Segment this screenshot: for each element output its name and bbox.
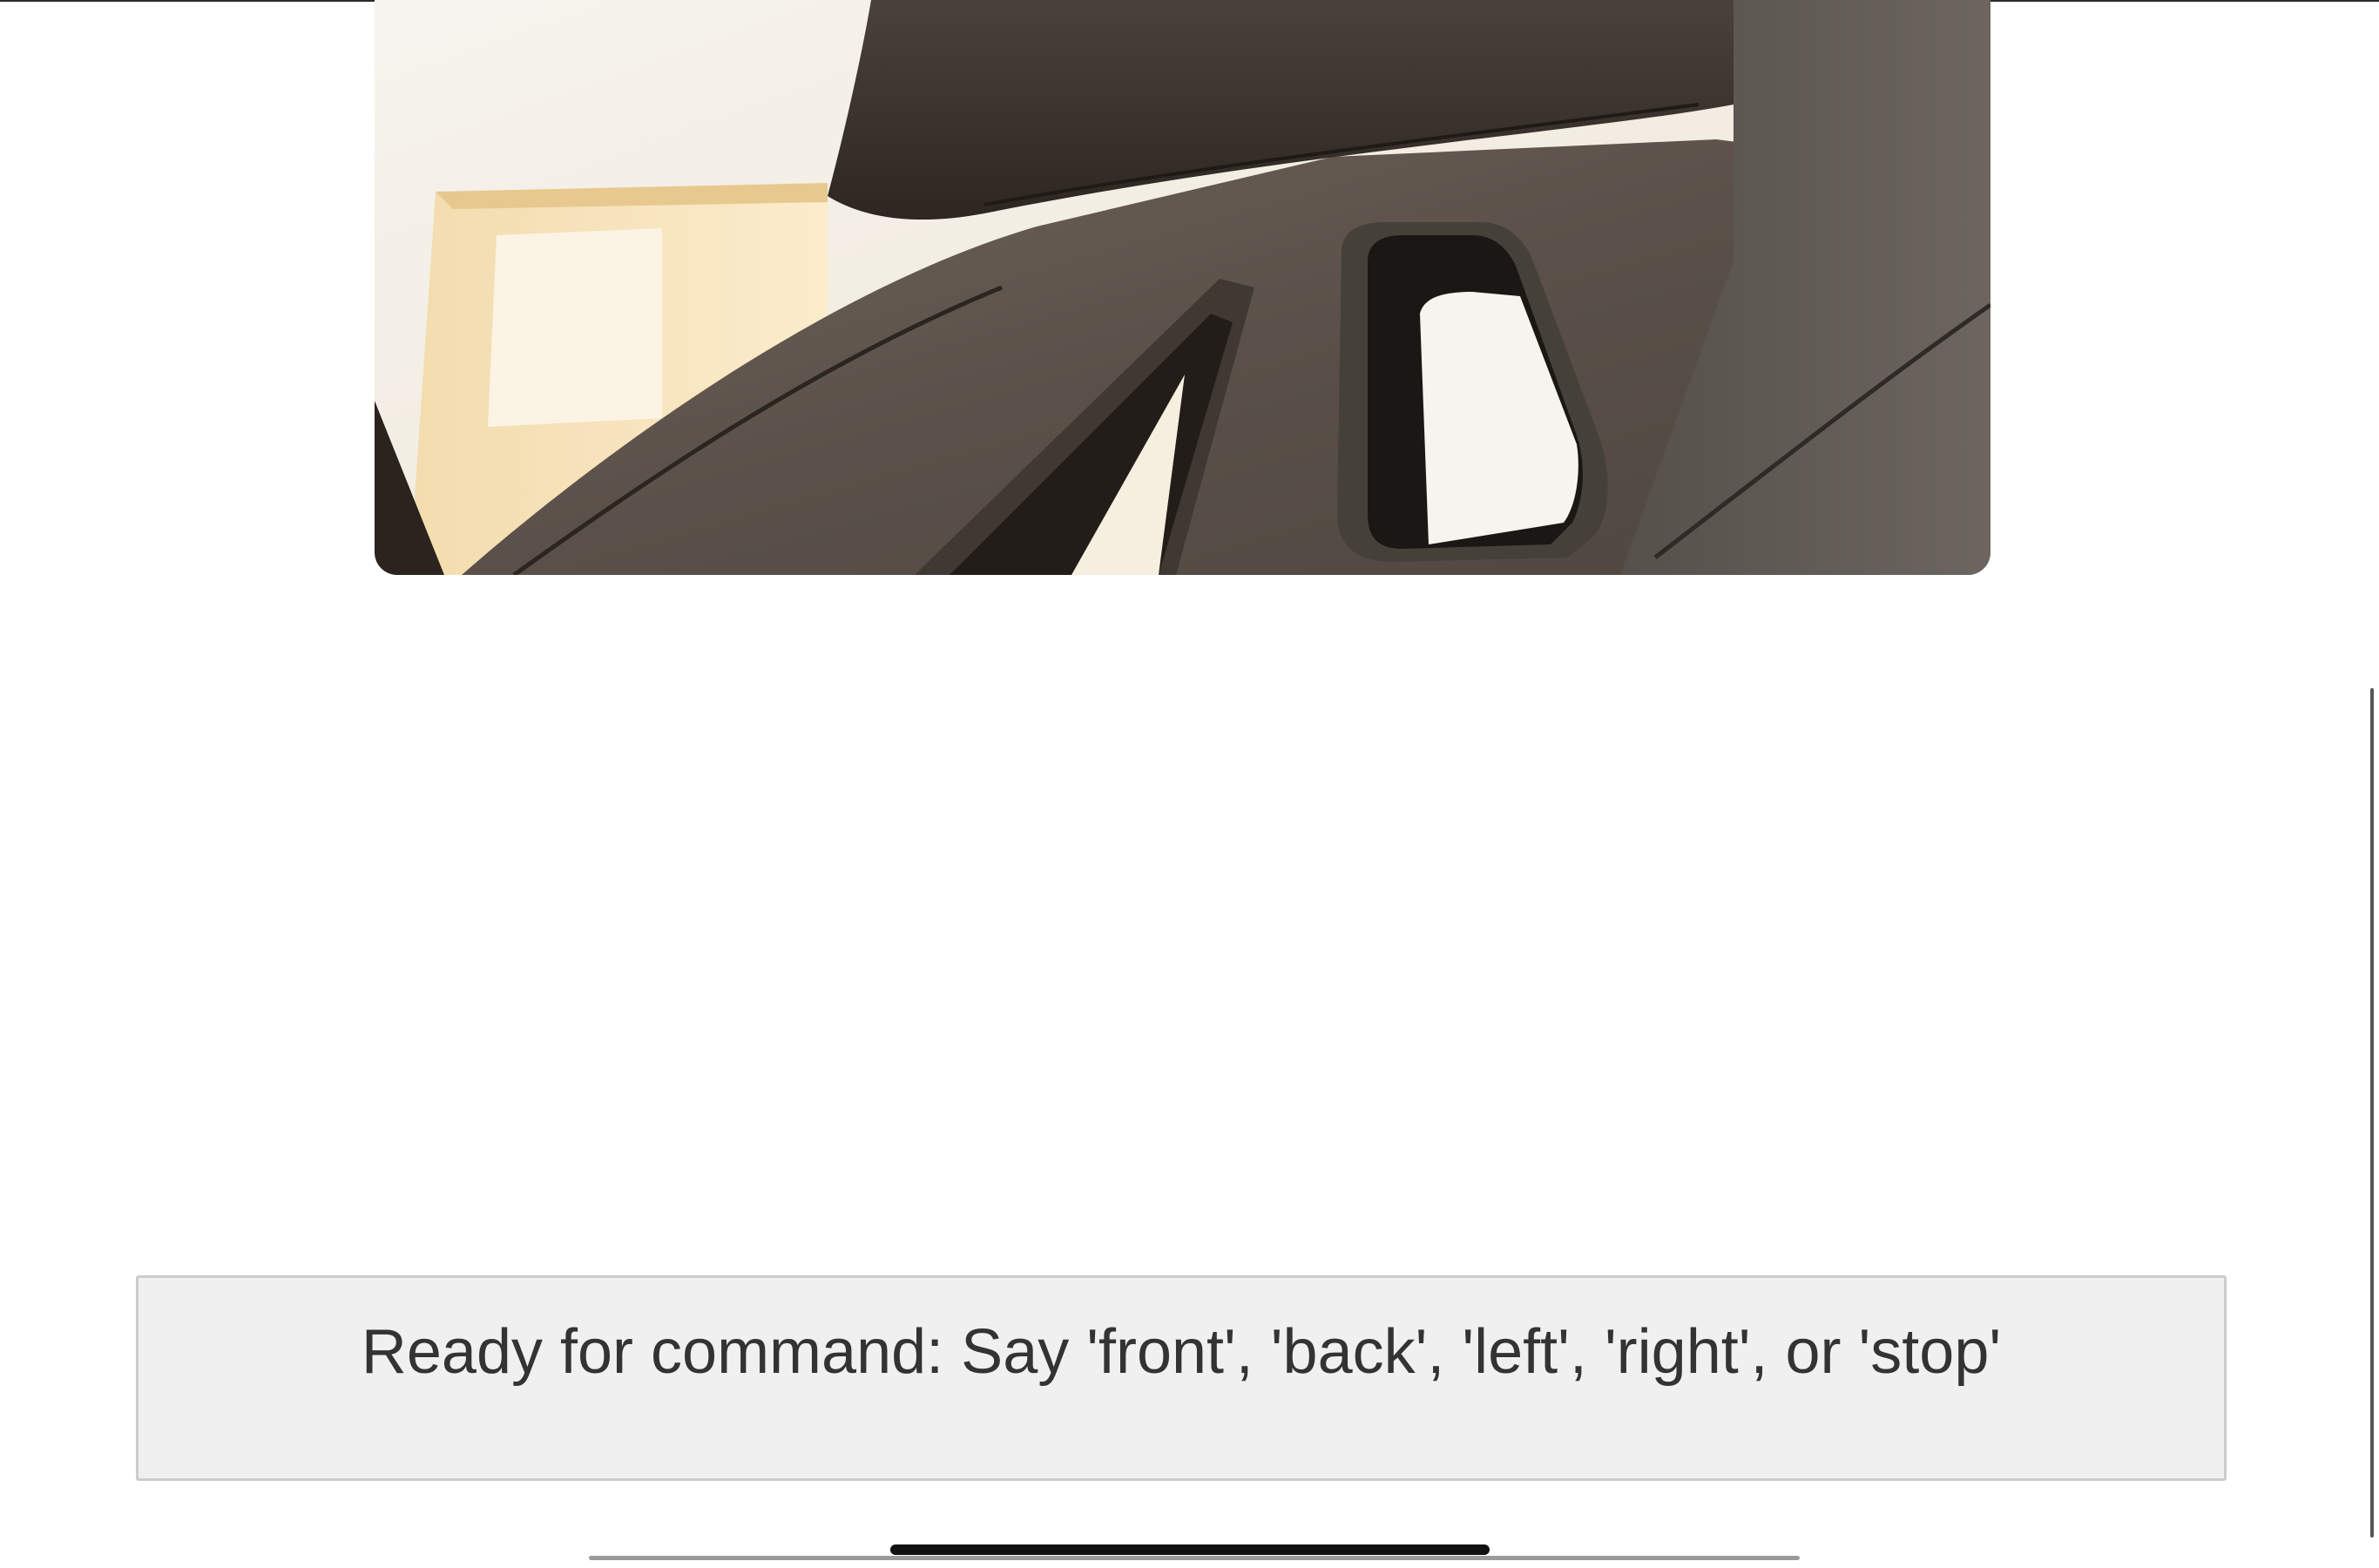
bottom-track-line [589,1556,1800,1560]
camera-frame-image [375,0,1990,575]
camera-feed-video [375,0,1990,575]
status-panel: Ready for command: Say 'front', 'back', … [136,1275,2227,1481]
vertical-scrollbar-thumb[interactable] [2370,688,2374,1538]
home-indicator-bar[interactable] [890,1544,1490,1555]
status-message: Ready for command: Say 'front', 'back', … [361,1317,2002,1387]
